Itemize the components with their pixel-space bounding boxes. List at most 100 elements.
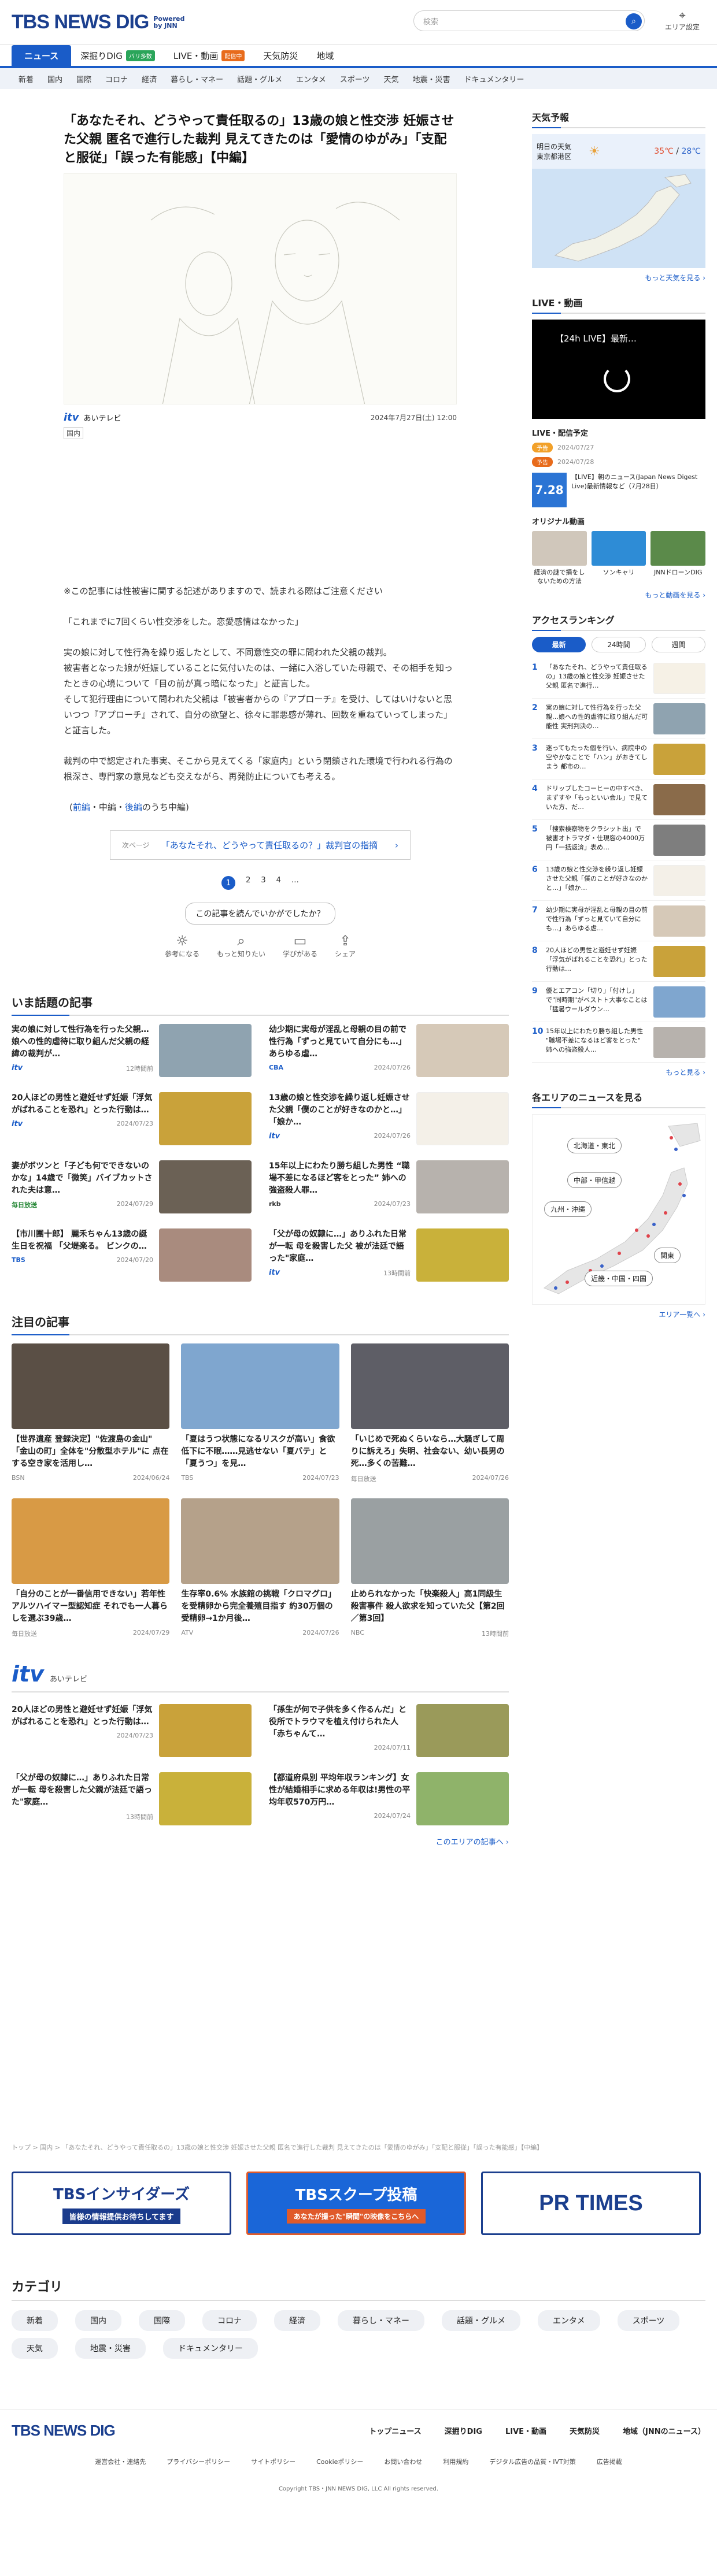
next-page-box[interactable]: 次ページ 「あなたそれ、どうやって責任取るの？」裁判官の指摘 › [110,830,411,860]
area-more-link[interactable]: エリア一覧へ › [532,1309,705,1319]
trending-item[interactable]: 妻がボツンと「子ども何でできないのかな」14歳で「微笑」バイブカットされた夫は意… [12,1160,252,1216]
series-link-ko[interactable]: 後編 [125,802,142,812]
weather-map[interactable] [532,169,705,268]
trending-item[interactable]: 幼少期に実母が淫乱と母親の目の前で性行為「ずっと見ていて自分にも…」あらゆる虐…… [269,1024,509,1079]
area-btn-chubu[interactable]: 中部・甲信越 [567,1172,622,1188]
live-item[interactable]: 7.28 【LIVE】朝のニュース(Japan News Digest Live… [532,473,705,507]
itv-item[interactable]: 20人ほどの男性と避妊せず妊娠「浮気がばれることを恐れ」とった行動は… 2024/… [12,1704,252,1760]
page-1[interactable]: 1 [221,876,236,890]
category-chip[interactable]: 地震・災害 [75,2338,146,2359]
category-chip[interactable]: 経済 [274,2310,320,2331]
rank-item[interactable]: 2 実の娘に対して性行為を行った父親…娘への性的虐待に取り組んだ可能性 実刑判決の… [532,699,705,739]
itv-item[interactable]: 「父が母の奴隷に…」ありふれた日常が一転 母を殺害した父親が法廷で語った"家庭…… [12,1772,252,1828]
trending-item[interactable]: 実の娘に対して性行為を行った父親…娘への性的虐待に取り組んだ父親の経緯の裁判が…… [12,1024,252,1079]
nav-live[interactable]: LIVE・動画 配信中 [164,45,254,66]
breadcrumb[interactable]: トップ > 国内 > 「あなたそれ、どうやって責任取るの」13歳の娘と性交渉 妊… [12,2143,543,2152]
original-item[interactable]: ソンキャリ [591,531,646,585]
insiders-banner[interactable]: TBSインサイダーズ 皆様の情報提供お待ちしてます [12,2172,231,2235]
subnav-item[interactable]: 天気 [376,73,405,84]
original-item[interactable]: 経済の謎で損をしないための方法 [532,531,587,585]
footer-sublink[interactable]: Cookieポリシー [316,2457,363,2466]
trending-item[interactable]: 13歳の娘と性交渉を繰り返し妊娠させた父親「僕のことが好きなのかと…」「娘か… i… [269,1092,509,1148]
scoop-banner[interactable]: TBSスクープ投稿 あなたが撮った"瞬間"の映像をこちらへ [246,2172,466,2235]
article-category[interactable]: 国内 [64,427,84,439]
rank-item[interactable]: 5 「捜索検察物をクラシット出」で 被害オトラマダ・仕現容の4000万円「一括返済… [532,820,705,860]
live-video-player[interactable]: 【24h LIVE】最新… [532,320,705,419]
category-chip[interactable]: コロナ [202,2310,257,2331]
category-chip[interactable]: エンタメ [538,2310,600,2331]
source-logo[interactable]: itv [64,411,79,424]
search-input[interactable]: 検索 [423,16,438,27]
area-btn-kanto[interactable]: 関東 [654,1248,681,1263]
footer-link[interactable]: 深掘りDIG [445,2425,482,2436]
footer-link[interactable]: 天気防災 [570,2425,600,2436]
live-more-link[interactable]: もっと動画を見る › [532,590,705,600]
nav-news[interactable]: ニュース [12,45,72,66]
trending-item[interactable]: 20人ほどの男性と避妊せず妊娠「浮気がばれることを恐れ」とった行動は… itv 20… [12,1092,252,1148]
category-chip[interactable]: スポーツ [617,2310,680,2331]
trending-item[interactable]: 【市川團十郎】 麗禾ちゃん13歳の誕生日を祝福 「父堤楽る。 ビンクの… TBS 2… [12,1228,252,1284]
rank-item[interactable]: 4 ドリップしたコーヒーの中すべき、まずすや「もっといい会ル」で見ていた方、だ… [532,780,705,820]
rank-item[interactable]: 7 幼少期に実母が淫乱と母親の目の前で性行為「ずっと見ていて自分にも…」あらゆる虐… [532,901,705,941]
ranking-more-link[interactable]: もっと見る › [532,1067,705,1077]
rank-tab-24h[interactable]: 24時間 [592,637,646,652]
category-chip[interactable]: 国内 [75,2310,121,2331]
featured-item[interactable]: 「いじめで死ぬくらいなら…大騒ぎして周りに訴えろ」失明、社会ない、幼い長男の死…… [350,1343,509,1483]
area-btn-kyushu[interactable]: 九州・沖縄 [544,1201,592,1217]
subnav-item[interactable]: コロナ [98,73,135,84]
rank-item[interactable]: 10 15年以上にわたり勝ち組した男性 "職場不差になるほど客をとった" 姉への強… [532,1022,705,1063]
page-4[interactable]: 4 [276,876,281,890]
subnav-item[interactable]: 経済 [135,73,164,84]
footer-link[interactable]: LIVE・動画 [505,2425,546,2436]
footer-sublink[interactable]: サイトポリシー [251,2457,295,2466]
rank-item[interactable]: 1 「あなたそれ、どうやって責任取るの」13歳の娘と性交渉 妊娠させた父親 匿名で… [532,658,705,699]
category-chip[interactable]: 暮らし・マネー [338,2310,424,2331]
prtimes-banner[interactable]: PR TIMES [481,2172,701,2235]
footer-sublink[interactable]: お問い合わせ [384,2457,422,2466]
category-chip[interactable]: 天気 [12,2338,58,2359]
footer-link[interactable]: 地域（JNNのニュース） [623,2425,705,2436]
rank-item[interactable]: 6 13歳の娘と性交渉を繰り返し妊娠させた父親「僕のことが好きなのかと…」「娘か… [532,860,705,901]
area-btn-hokkaido-tohoku[interactable]: 北海道・東北 [567,1138,622,1153]
category-chip[interactable]: 新着 [12,2310,58,2331]
itv-item[interactable]: 「孫生が何で子供を多く作るんだ」と役所でトラウマを植え付けられた人「赤ちゃんて…… [269,1704,509,1760]
subnav-item[interactable]: 国内 [40,73,69,84]
trending-item[interactable]: 「父が母の奴隷に…」ありふれた日常が一転 母を殺害した父 被が法廷で語った"家庭… [269,1228,509,1284]
subnav-item[interactable]: 話題・グルメ [230,73,289,84]
footer-sublink[interactable]: 運営会社・連絡先 [95,2457,146,2466]
search-box[interactable]: 検索 ⌕ [413,10,645,31]
itv-item[interactable]: 【都道府県別 平均年収ランキング】女性が結婚相手に求める年収は!男性の平均年収5… [269,1772,509,1828]
nav-region[interactable]: 地域 [307,45,343,66]
category-chip[interactable]: 話題・グルメ [442,2310,520,2331]
featured-item[interactable]: 生存率0.6% 水族館の挑戦「クロマグロ」を受精卵から完全養殖目指す 約30万個… [181,1498,339,1638]
nav-dig[interactable]: 深掘りDIG バリ多数 [71,45,164,66]
react-share[interactable]: ⇪ シェア [335,933,356,959]
footer-link[interactable]: トップニュース [369,2425,421,2436]
search-icon[interactable]: ⌕ [626,13,642,29]
category-chip[interactable]: ドキュメンタリー [163,2338,258,2359]
featured-item[interactable]: 止められなかった「快楽殺人」高1同級生殺害事件 殺人欲求を知っていた父【第2回／… [350,1498,509,1638]
footer-sublink[interactable]: プライバシーポリシー [167,2457,230,2466]
rank-tab-week[interactable]: 週間 [651,637,705,652]
nav-weather[interactable]: 天気防災 [254,45,307,66]
area-setting-button[interactable]: ⌖ エリア設定 [665,8,700,32]
rank-item[interactable]: 8 20人ほどの男性と避妊せず妊娠「浮気がばれることを恐れ」とった行動は… [532,941,705,982]
weather-tomorrow[interactable]: 明日の天気 東京都港区 ☀ 35℃ / 28℃ [532,134,705,169]
subnav-item[interactable]: 地震・災害 [406,73,457,84]
subnav-item[interactable]: エンタメ [289,73,333,84]
footer-sublink[interactable]: デジタル広告の品質・IVT対策 [489,2457,575,2466]
react-learn[interactable]: ▭ 学びがある [283,933,317,959]
itv-logo[interactable]: itv [12,1661,44,1687]
subnav-item[interactable]: スポーツ [333,73,377,84]
subnav-item[interactable]: 新着 [12,73,40,84]
itv-more-link[interactable]: このエリアの記事へ › [12,1836,509,1847]
series-link-zen[interactable]: 前編 [73,802,90,812]
footer-logo[interactable]: TBS NEWS DIG [12,2422,116,2440]
site-logo[interactable]: TBS NEWS DIG [12,11,149,34]
original-item[interactable]: JNNドローンDIG [651,531,705,585]
featured-item[interactable]: 【世界遺産 登録決定】"佐渡島の金山" 「金山の町」全体を"分散型ホテル"に 点… [12,1343,170,1483]
rank-tab-latest[interactable]: 最新 [532,637,586,652]
rank-item[interactable]: 3 迷ってもたった個を行い、病院中の 空やかなことで「ハン」がおきてしまう 都市の… [532,739,705,780]
footer-sublink[interactable]: 利用規約 [443,2457,468,2466]
react-more[interactable]: ⌕ もっと知りたい [217,933,265,959]
